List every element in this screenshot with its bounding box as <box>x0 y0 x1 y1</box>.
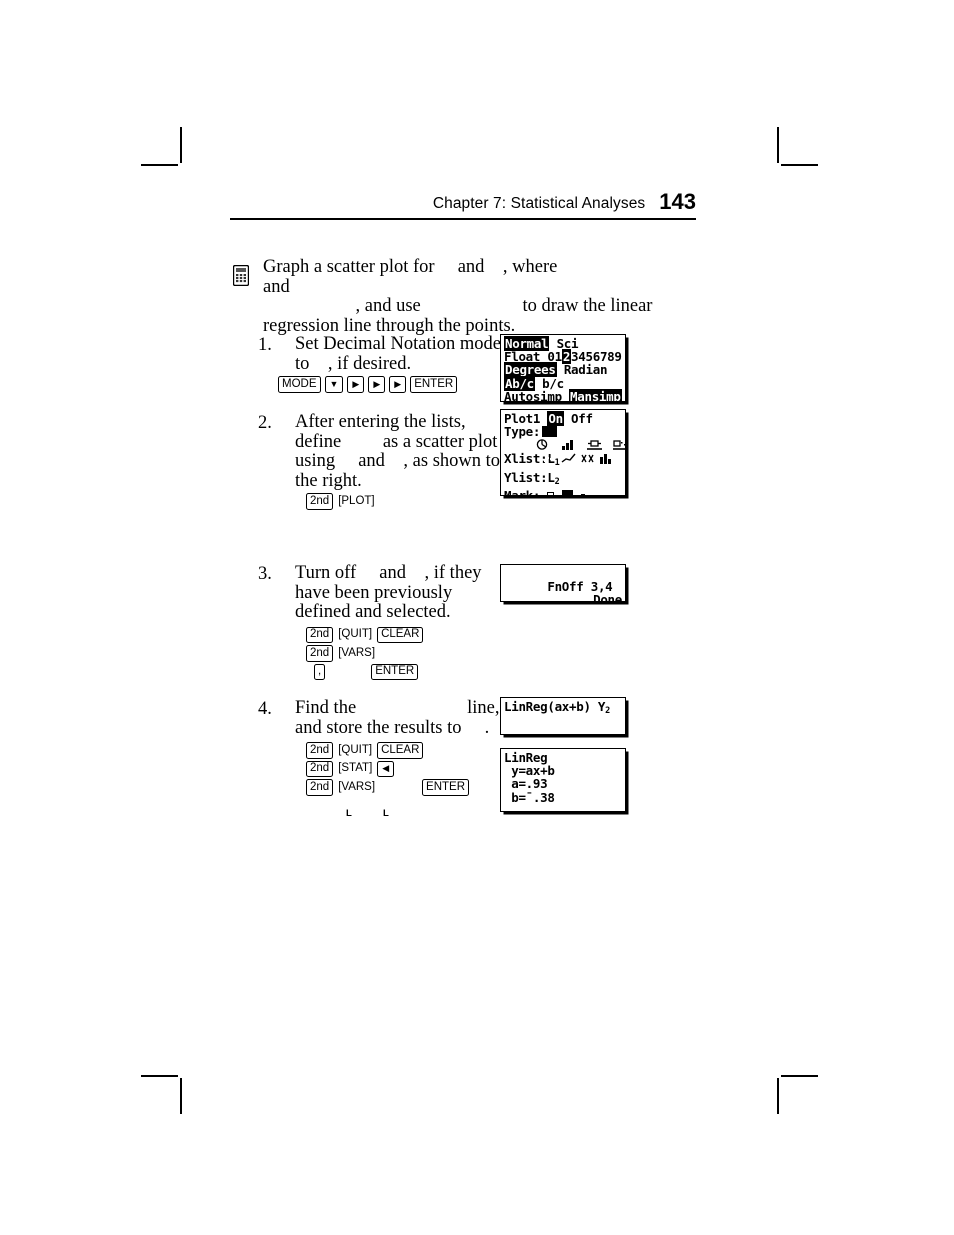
key-enter[interactable]: ENTER <box>410 376 458 393</box>
step-4: 4. Find the line, and store the results … <box>258 698 500 796</box>
mode-mansimp-selected[interactable]: Mansimp <box>569 388 622 401</box>
fnoff-result: Done <box>593 592 622 602</box>
key-comma[interactable]: , <box>314 663 326 681</box>
key-2nd[interactable]: 2nd <box>306 779 334 796</box>
crop-mark-bottom-left-vertical <box>180 1078 182 1114</box>
step-1-text: Set Decimal Notation mode to , if desire… <box>295 334 502 374</box>
crop-mark-top-right-horizontal <box>781 164 818 166</box>
step-3-keys: 2nd [QUIT] CLEAR 2nd [VARS] , ENTER <box>258 626 498 681</box>
step-4-text: Find the line, and store the results to … <box>295 698 500 738</box>
mark-dot-icon[interactable] <box>581 494 586 495</box>
pie-chart-icon[interactable] <box>535 439 550 451</box>
key-vars[interactable]: [VARS] <box>337 780 376 795</box>
mark-square-icon[interactable] <box>547 491 555 495</box>
key-vars[interactable]: [VARS] <box>337 646 376 661</box>
intro-paragraph: Graph a scatter plot for and , where and… <box>263 257 653 336</box>
mode-radian[interactable]: Radian <box>557 362 608 377</box>
linreg-command-subscript: 2 <box>605 706 610 716</box>
intro-block: Graph a scatter plot for and , where and… <box>230 257 700 336</box>
step-2-keys: 2nd [PLOT] <box>258 493 498 510</box>
calculator-icon <box>233 265 249 286</box>
header-divider <box>230 218 696 220</box>
key-sequence-line: 2nd [STAT] ◀ <box>306 760 498 778</box>
plot-off[interactable]: Off <box>564 411 593 426</box>
step-4-number: 4. <box>258 699 272 719</box>
key-clear[interactable]: CLEAR <box>377 742 424 759</box>
step-3: 3. Turn off and , if they have been prev… <box>258 563 498 681</box>
fnoff-command: FnOff 3,4 <box>547 579 613 595</box>
key-sequence-line: MODE ▼ ▶ ▶ ▶ ENTER <box>278 376 498 393</box>
list-marker-1: L <box>346 808 352 819</box>
key-mode[interactable]: MODE <box>278 376 321 393</box>
linreg-command-screen: LinReg(ax+b) Y2 <box>500 697 626 735</box>
step-2-text: After entering the lists, define as a sc… <box>295 412 501 491</box>
key-stat[interactable]: [STAT] <box>337 762 373 777</box>
bar-chart-icon[interactable] <box>561 439 576 451</box>
crop-mark-bottom-left-horizontal <box>141 1075 178 1077</box>
page-number: 143 <box>659 189 696 214</box>
key-2nd[interactable]: 2nd <box>306 742 334 759</box>
chapter-title: Chapter 7: Statistical Analyses <box>432 195 646 212</box>
step-2-number: 2. <box>258 413 272 433</box>
crop-mark-top-left-horizontal <box>141 164 178 166</box>
plot-type-label: Type: <box>504 424 541 440</box>
step-3-text: Turn off and , if they have been previou… <box>295 563 482 623</box>
mark-plus-icon-selected[interactable] <box>562 489 574 495</box>
plot-mark-label: Mark: <box>504 487 541 496</box>
key-2nd[interactable]: 2nd <box>306 626 334 644</box>
key-arrow-right[interactable]: ▶ <box>389 376 407 393</box>
key-arrow-down[interactable]: ▼ <box>324 376 344 393</box>
linreg-result-b: b=¯.38 <box>504 789 555 805</box>
key-sequence-line: 2nd [QUIT] CLEAR <box>306 742 498 759</box>
step-1-keys: MODE ▼ ▶ ▶ ▶ ENTER <box>258 376 498 393</box>
key-quit[interactable]: [QUIT] <box>337 743 373 758</box>
key-2nd[interactable]: 2nd <box>306 493 334 510</box>
plot-type-row: Type: <box>501 424 625 464</box>
histogram-icon[interactable] <box>599 426 614 464</box>
key-clear[interactable]: CLEAR <box>377 626 424 644</box>
fnoff-screen: FnOff 3,4 Done <box>500 564 626 602</box>
plot-on-selected[interactable]: On <box>547 411 564 426</box>
key-quit[interactable]: [QUIT] <box>337 628 373 643</box>
key-enter[interactable]: ENTER <box>422 779 470 796</box>
list-marker-2: L <box>383 808 389 819</box>
key-sequence-line: 2nd [PLOT] <box>306 493 498 510</box>
key-sequence-line: 2nd [VARS] ENTER <box>306 779 498 796</box>
fnoff-command-row: FnOff 3,4 Done <box>501 567 625 602</box>
key-sequence-line: 2nd [VARS] <box>306 645 498 662</box>
step-1-number: 1. <box>258 335 272 355</box>
key-2nd[interactable]: 2nd <box>306 760 334 778</box>
modified-boxplot-icon[interactable] <box>580 426 595 463</box>
crop-mark-top-right-vertical <box>777 127 779 163</box>
mode-screen: Normal Sci Float 0123456789 Degrees Radi… <box>500 334 626 402</box>
boxplot-icon[interactable] <box>587 439 602 451</box>
key-sequence-line: 2nd [QUIT] CLEAR <box>306 626 498 644</box>
xy-line-plot-icon[interactable] <box>561 426 576 463</box>
page-header: Chapter 7: Statistical Analyses 143 <box>230 190 696 220</box>
step-4-keys: 2nd [QUIT] CLEAR 2nd [STAT] ◀ 2nd [VARS]… <box>258 742 498 796</box>
step-2: 2. After entering the lists, define as a… <box>258 412 500 510</box>
scatter-plot-icon[interactable] <box>542 426 558 462</box>
crop-mark-bottom-right-vertical <box>777 1078 779 1114</box>
crop-mark-top-left-vertical <box>180 127 182 163</box>
key-2nd[interactable]: 2nd <box>306 645 334 662</box>
mode-line-simp: Autosimp Mansimp <box>501 388 625 401</box>
key-arrow-right[interactable]: ▶ <box>368 376 386 393</box>
linreg-command-row: LinReg(ax+b) Y2 <box>501 700 625 718</box>
step-3-number: 3. <box>258 564 272 584</box>
linreg-result-screen: LinReg y=ax+b a=.93 b=¯.38 <box>500 748 626 812</box>
step-1: 1. Set Decimal Notation mode to , if des… <box>258 334 501 393</box>
key-enter[interactable]: ENTER <box>371 663 419 681</box>
plot-setup-screen: Plot1 On Off Type: Xlist:L1 Ylist:L2 Mar… <box>500 409 626 496</box>
key-arrow-left[interactable]: ◀ <box>377 760 395 778</box>
key-plot[interactable]: [PLOT] <box>337 494 375 509</box>
crop-mark-bottom-right-horizontal <box>781 1075 818 1077</box>
linreg-result-a: a=.93 <box>504 776 548 792</box>
key-arrow-right[interactable]: ▶ <box>347 376 365 393</box>
normal-probability-plot-icon[interactable] <box>613 439 625 451</box>
mode-autosimp[interactable]: Autosimp <box>504 389 569 401</box>
key-sequence-line: , ENTER <box>314 663 498 681</box>
linreg-command: LinReg(ax+b) Y <box>504 699 606 714</box>
